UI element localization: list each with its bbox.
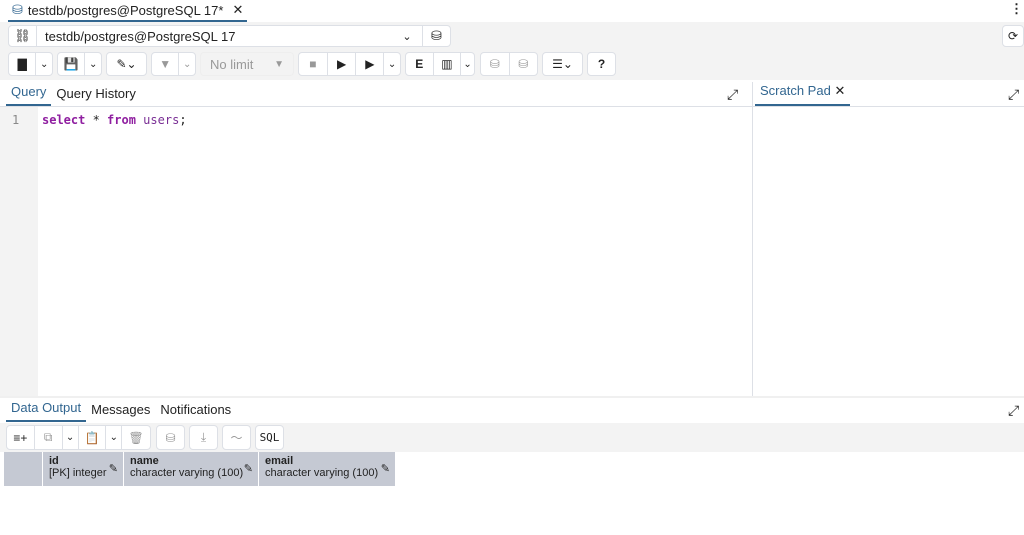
sql-editor[interactable]: select * from users; [42, 113, 187, 127]
chevron-down-icon[interactable]: ⌄ [85, 53, 101, 75]
tab-query-history[interactable]: Query History [51, 86, 140, 106]
pencil-icon: ✎ [380, 463, 390, 475]
refresh-button[interactable]: ⟳ [1002, 25, 1024, 47]
scratch-label: Scratch Pad [760, 83, 831, 98]
explain-group: E ▥ ⌄ [405, 52, 475, 76]
pencil-icon: ✎ [243, 463, 253, 475]
save-data-icon: ⛁ [165, 430, 176, 445]
query-tabs: Query Query History [0, 82, 752, 107]
column-header-id[interactable]: id [PK] integer ✎ [43, 452, 124, 486]
open-file-group: ▇ ⌄ [8, 52, 53, 76]
transaction-group: ⛁ ⛁ [480, 52, 538, 76]
column-type: character varying (100) [265, 467, 379, 479]
macros-button[interactable]: ☰⌄ [542, 52, 583, 76]
save-data-button[interactable]: ⛁ [156, 425, 185, 450]
sql-label: SQL [259, 431, 280, 444]
download-icon: ⤓ [200, 430, 207, 444]
delete-icon[interactable]: 🗑 [122, 426, 150, 449]
execute-group: ■ ▶ ▶ ⌄ [298, 52, 401, 76]
filter-icon[interactable]: ▼ [152, 53, 180, 75]
connection-value: testdb/postgres@PostgreSQL 17 [45, 28, 236, 44]
add-row-icon[interactable]: ≡+ [7, 426, 35, 449]
connection-select[interactable]: ⛓ testdb/postgres@PostgreSQL 17 ⌄ ⛁ [8, 25, 451, 47]
execute-script-icon[interactable]: ▶ [356, 53, 385, 75]
tab-data-output[interactable]: Data Output [6, 400, 87, 422]
tab-title: testdb/postgres@PostgreSQL 17* [27, 2, 224, 18]
column-type: [PK] integer [49, 467, 107, 479]
limit-select[interactable]: No limit ▼ [200, 52, 294, 76]
refresh-icon: ⟳ [1007, 29, 1019, 43]
table-name: users [135, 113, 180, 127]
expand-icon[interactable]: ⤢ [1008, 86, 1019, 103]
divider [752, 82, 753, 397]
help-button[interactable]: ? [587, 52, 616, 76]
tab-messages[interactable]: Messages [86, 402, 155, 422]
chevron-down-icon[interactable]: ⌄ [461, 53, 474, 75]
list-icon: ☰⌄ [552, 57, 573, 71]
play-icon[interactable]: ▶ [328, 53, 357, 75]
graph-button[interactable]: 〜 [222, 425, 251, 450]
column-type: character varying (100) [130, 467, 244, 479]
edit-rows-group: ≡+ ⧉ ⌄ 📋 ⌄ 🗑 [6, 425, 151, 450]
tab-query[interactable]: Query [6, 84, 52, 106]
line-number: 1 [12, 113, 20, 127]
scratch-tabs: Scratch Pad ✕ [753, 82, 1024, 107]
explain-icon[interactable]: E [406, 53, 434, 75]
tab-notifications[interactable]: Notifications [155, 402, 236, 422]
expand-icon[interactable]: ⤢ [727, 86, 738, 103]
help-icon: ? [597, 57, 606, 71]
column-name: id [49, 455, 59, 467]
stop-icon[interactable]: ■ [299, 53, 328, 75]
column-header-name[interactable]: name character varying (100) ✎ [124, 452, 259, 486]
keyword: from [107, 113, 136, 127]
line-gutter: 1 [0, 107, 38, 397]
pencil-icon: ✎ [108, 463, 118, 475]
tab-scratch-pad[interactable]: Scratch Pad ✕ [755, 83, 851, 106]
keyword: select [42, 113, 86, 127]
data-grid-header: id [PK] integer ✎ name character varying (1… [4, 452, 395, 486]
close-icon[interactable]: ✕ [834, 83, 845, 98]
paste-icon[interactable]: 📋 [79, 426, 107, 449]
save-group: 💾 ⌄ [57, 52, 102, 76]
chevron-down-icon[interactable]: ⌄ [179, 53, 195, 75]
close-icon[interactable]: ✕ [232, 2, 243, 18]
more-menu-icon[interactable]: ⋮ [1010, 1, 1023, 17]
operator: * [85, 113, 108, 127]
new-connection-icon[interactable]: ⛁ [422, 26, 450, 46]
save-icon[interactable]: 💾 [58, 53, 86, 75]
pencil-icon: ✎⌄ [116, 57, 137, 71]
commit-icon[interactable]: ⛁ [481, 53, 510, 75]
explain-analyze-icon[interactable]: ▥ [434, 53, 462, 75]
chevron-down-icon[interactable]: ⌄ [106, 426, 123, 449]
filter-group: ▼ ⌄ [151, 52, 196, 76]
expand-icon[interactable]: ⤢ [1008, 402, 1019, 419]
chevron-down-icon[interactable]: ⌄ [36, 53, 52, 75]
semicolon: ; [179, 113, 187, 127]
result-tabs: Data Output Messages Notifications [0, 398, 1024, 422]
caret-down-icon: ▼ [274, 58, 284, 70]
graph-icon: 〜 [230, 431, 243, 445]
folder-icon[interactable]: ▇ [9, 53, 37, 75]
column-header-email[interactable]: email character varying (100) ✎ [259, 452, 395, 486]
result-toolbar-area [0, 423, 1024, 452]
chevron-down-icon[interactable]: ⌄ [392, 30, 422, 43]
download-button[interactable]: ⤓ [189, 425, 218, 450]
column-name: name [130, 455, 159, 467]
copy-icon[interactable]: ⧉ [35, 426, 63, 449]
chevron-down-icon[interactable]: ⌄ [384, 53, 400, 75]
database-icon: ⛁ [12, 2, 23, 17]
limit-value: No limit [210, 56, 254, 72]
sql-button[interactable]: SQL [255, 425, 284, 450]
chevron-down-icon[interactable]: ⌄ [63, 426, 79, 449]
row-selector-header[interactable] [4, 452, 43, 486]
edit-button[interactable]: ✎⌄ [106, 52, 147, 76]
column-name: email [265, 455, 294, 467]
tab-query-tool[interactable]: ⛁ testdb/postgres@PostgreSQL 17* ✕ [8, 0, 248, 22]
connection-status-icon[interactable]: ⛓ [9, 26, 37, 46]
rollback-icon[interactable]: ⛁ [510, 53, 538, 75]
